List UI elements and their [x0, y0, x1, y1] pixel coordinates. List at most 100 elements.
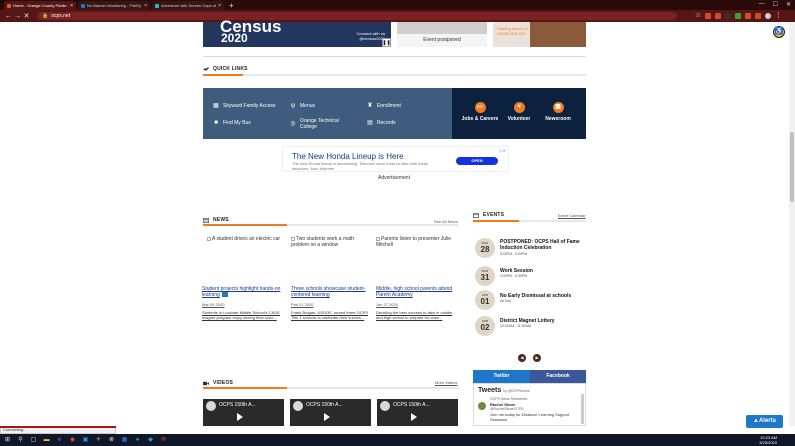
- news-date-2[interactable]: Feb 21 2020: [291, 302, 313, 307]
- close-icon[interactable]: ×: [144, 3, 147, 9]
- page-scrollbar[interactable]: [789, 22, 795, 426]
- tab-facebook[interactable]: Facebook: [530, 370, 586, 383]
- extension-icon[interactable]: [715, 13, 721, 19]
- close-window-button[interactable]: ✕: [786, 1, 791, 8]
- events-prev-button[interactable]: ◀: [518, 354, 526, 362]
- more-videos-link[interactable]: More Videos: [435, 380, 457, 385]
- tab-ocps-home[interactable]: Home - Orange County Public Sc ×: [4, 1, 76, 10]
- hero-slide-census[interactable]: Census 2020 Connect with us @census2020: [203, 18, 391, 47]
- grab-go-title: GRAB AND GO: [497, 31, 526, 36]
- quick-link-menus[interactable]: ψ Menus: [290, 103, 315, 109]
- task-view-icon[interactable]: ▢: [30, 437, 37, 444]
- ad-open-button[interactable]: OPEN: [456, 157, 498, 165]
- file-explorer-icon[interactable]: ▬: [43, 437, 50, 444]
- quick-link-orange-technical-college[interactable]: ◎ Orange Technical College: [290, 118, 350, 130]
- back-icon[interactable]: ←: [4, 13, 13, 20]
- quick-link-find-my-bus[interactable]: ■ Find My Bus: [213, 120, 251, 126]
- news-headline-1[interactable]: Student projects highlight hands-on lear…: [202, 286, 284, 298]
- featured-link-newsroom[interactable]: ▦ Newsroom: [538, 102, 578, 122]
- forward-icon[interactable]: →: [13, 13, 22, 20]
- bookmark-star-icon[interactable]: ☆: [695, 12, 701, 19]
- hero-slide-grab-and-go[interactable]: Starting March 27 GRAB AND GO: [493, 22, 586, 47]
- url-text: ocps.net: [51, 13, 71, 19]
- tab-fireeye[interactable]: No Banner Monitoring - FireEy ×: [78, 1, 150, 10]
- new-tab-button[interactable]: +: [226, 1, 237, 10]
- app-icon[interactable]: ◆: [147, 437, 154, 444]
- adchoices-icon[interactable]: ▷✕: [500, 148, 506, 153]
- news-snippet-1[interactable]: Students in Lockhart Middle School's CAG…: [202, 310, 284, 320]
- tab-twitter[interactable]: Twitter: [473, 370, 530, 383]
- maximize-button[interactable]: ☐: [773, 1, 778, 8]
- news-date-3[interactable]: Jan 27 2020: [376, 302, 398, 307]
- event-calendar-link[interactable]: Event Calendar: [558, 213, 586, 218]
- link-icon: [203, 66, 209, 71]
- alerts-button[interactable]: ▲Alerts: [746, 415, 783, 428]
- news-image-3[interactable]: Parents listen to presenter Julie Mitche…: [376, 236, 457, 248]
- news-headline-3[interactable]: Middle, high school parents attend Paren…: [376, 286, 458, 298]
- twitter-feed[interactable]: Tweets by @OCPSnews OCPS News Retweeted …: [473, 383, 586, 426]
- feed-scrollbar[interactable]: [581, 394, 584, 424]
- app-icon[interactable]: ▦: [121, 437, 128, 444]
- tweet-author-handle[interactable]: @RachelStoneOCPS: [490, 407, 524, 411]
- store-icon[interactable]: ▣: [82, 437, 89, 444]
- news-image-alt: A student drives an electric car: [212, 236, 281, 242]
- quick-link-label: Enrollment: [377, 103, 401, 109]
- featured-link-label: Newsroom: [545, 116, 571, 122]
- quick-link-skyward[interactable]: ▦ Skyward Family Access: [213, 103, 275, 109]
- events-next-button[interactable]: ▶: [533, 354, 541, 362]
- video-thumbnail-3[interactable]: OCPS 150th A...: [377, 399, 458, 426]
- featured-link-jobs-careers[interactable]: ▭ Jobs & Careers: [460, 102, 500, 122]
- news-image-2[interactable]: Two students work a math problem on a wi…: [291, 236, 372, 248]
- xbox-icon[interactable]: ⊗: [108, 437, 115, 444]
- featured-link-volunteer[interactable]: ♥ Volunteer: [499, 102, 539, 122]
- divider: [203, 56, 586, 57]
- news-heading: NEWS: [203, 217, 229, 223]
- window-controls: — ☐ ✕: [759, 1, 791, 8]
- event-title-3[interactable]: No Early Dismissal at schools: [500, 293, 586, 299]
- briefcase-icon: ▭: [474, 102, 486, 113]
- extension-icon[interactable]: [745, 13, 751, 19]
- video-title: OCPS 150th A...: [393, 402, 430, 408]
- calendar-icon: [473, 212, 479, 218]
- close-icon[interactable]: ×: [70, 3, 73, 9]
- minimize-button[interactable]: —: [759, 1, 765, 8]
- quick-link-enrollment[interactable]: ♜ Enrollment: [367, 103, 401, 109]
- advertisement-banner[interactable]: The New Honda Lineup is Here The new Hon…: [282, 146, 509, 172]
- address-bar[interactable]: 🔒 ocps.net: [37, 12, 677, 20]
- ocps-logo-icon: [293, 401, 303, 411]
- app-icon[interactable]: ✈: [95, 437, 102, 444]
- accessibility-icon[interactable]: ♿: [773, 26, 785, 38]
- profile-avatar-icon[interactable]: [765, 13, 771, 19]
- tab-screen-caps[interactable]: Adventure with Screen Caps of ×: [152, 1, 224, 10]
- stop-icon[interactable]: ✕: [22, 12, 31, 20]
- news-snippet-2[interactable]: Frank Brogan, USDOE, toured three OCPS T…: [291, 310, 373, 320]
- chrome-icon[interactable]: ◉: [69, 437, 76, 444]
- video-thumbnail-2[interactable]: OCPS 150th A...: [290, 399, 371, 426]
- extension-icon[interactable]: [725, 13, 731, 19]
- hero-slide-event[interactable]: Event postponed: [397, 22, 487, 47]
- news-snippet-3[interactable]: Deciding the best courses to take in mid…: [376, 310, 458, 320]
- extension-icon[interactable]: [735, 13, 741, 19]
- news-date-1[interactable]: Mar 05 2020: [202, 302, 224, 307]
- edge-icon[interactable]: e: [56, 437, 63, 444]
- menu-kebab-icon[interactable]: ⋮: [775, 12, 782, 19]
- search-icon[interactable]: ⚲: [17, 437, 24, 444]
- scrollbar-thumb[interactable]: [790, 132, 794, 202]
- taskbar-clock[interactable]: 10:23 AM 3/25/2020: [759, 435, 777, 445]
- windows-start-icon[interactable]: ⊞: [4, 437, 11, 444]
- avatar[interactable]: [478, 402, 486, 410]
- clock-date: 3/25/2020: [759, 440, 777, 445]
- slider-pause-button[interactable]: ❚❚: [382, 38, 391, 47]
- video-thumbnail-1[interactable]: OCPS 150th A...: [203, 399, 284, 426]
- extension-icon[interactable]: [705, 13, 711, 19]
- event-title-1[interactable]: POSTPONED: OCPS Hall of Fame Induction C…: [500, 239, 586, 251]
- close-icon[interactable]: ×: [218, 3, 221, 9]
- spotify-icon[interactable]: ●: [134, 437, 141, 444]
- document-icon: ▤: [367, 120, 373, 126]
- newspaper-icon: [203, 217, 209, 223]
- news-image-1[interactable]: A student drives an electric car: [207, 236, 288, 242]
- quick-link-records[interactable]: ▤ Records: [367, 120, 395, 126]
- news-headline-2[interactable]: Three schools showcase student-centered …: [291, 286, 373, 298]
- app-icon[interactable]: ✉: [160, 437, 167, 444]
- extension-icon[interactable]: [755, 13, 761, 19]
